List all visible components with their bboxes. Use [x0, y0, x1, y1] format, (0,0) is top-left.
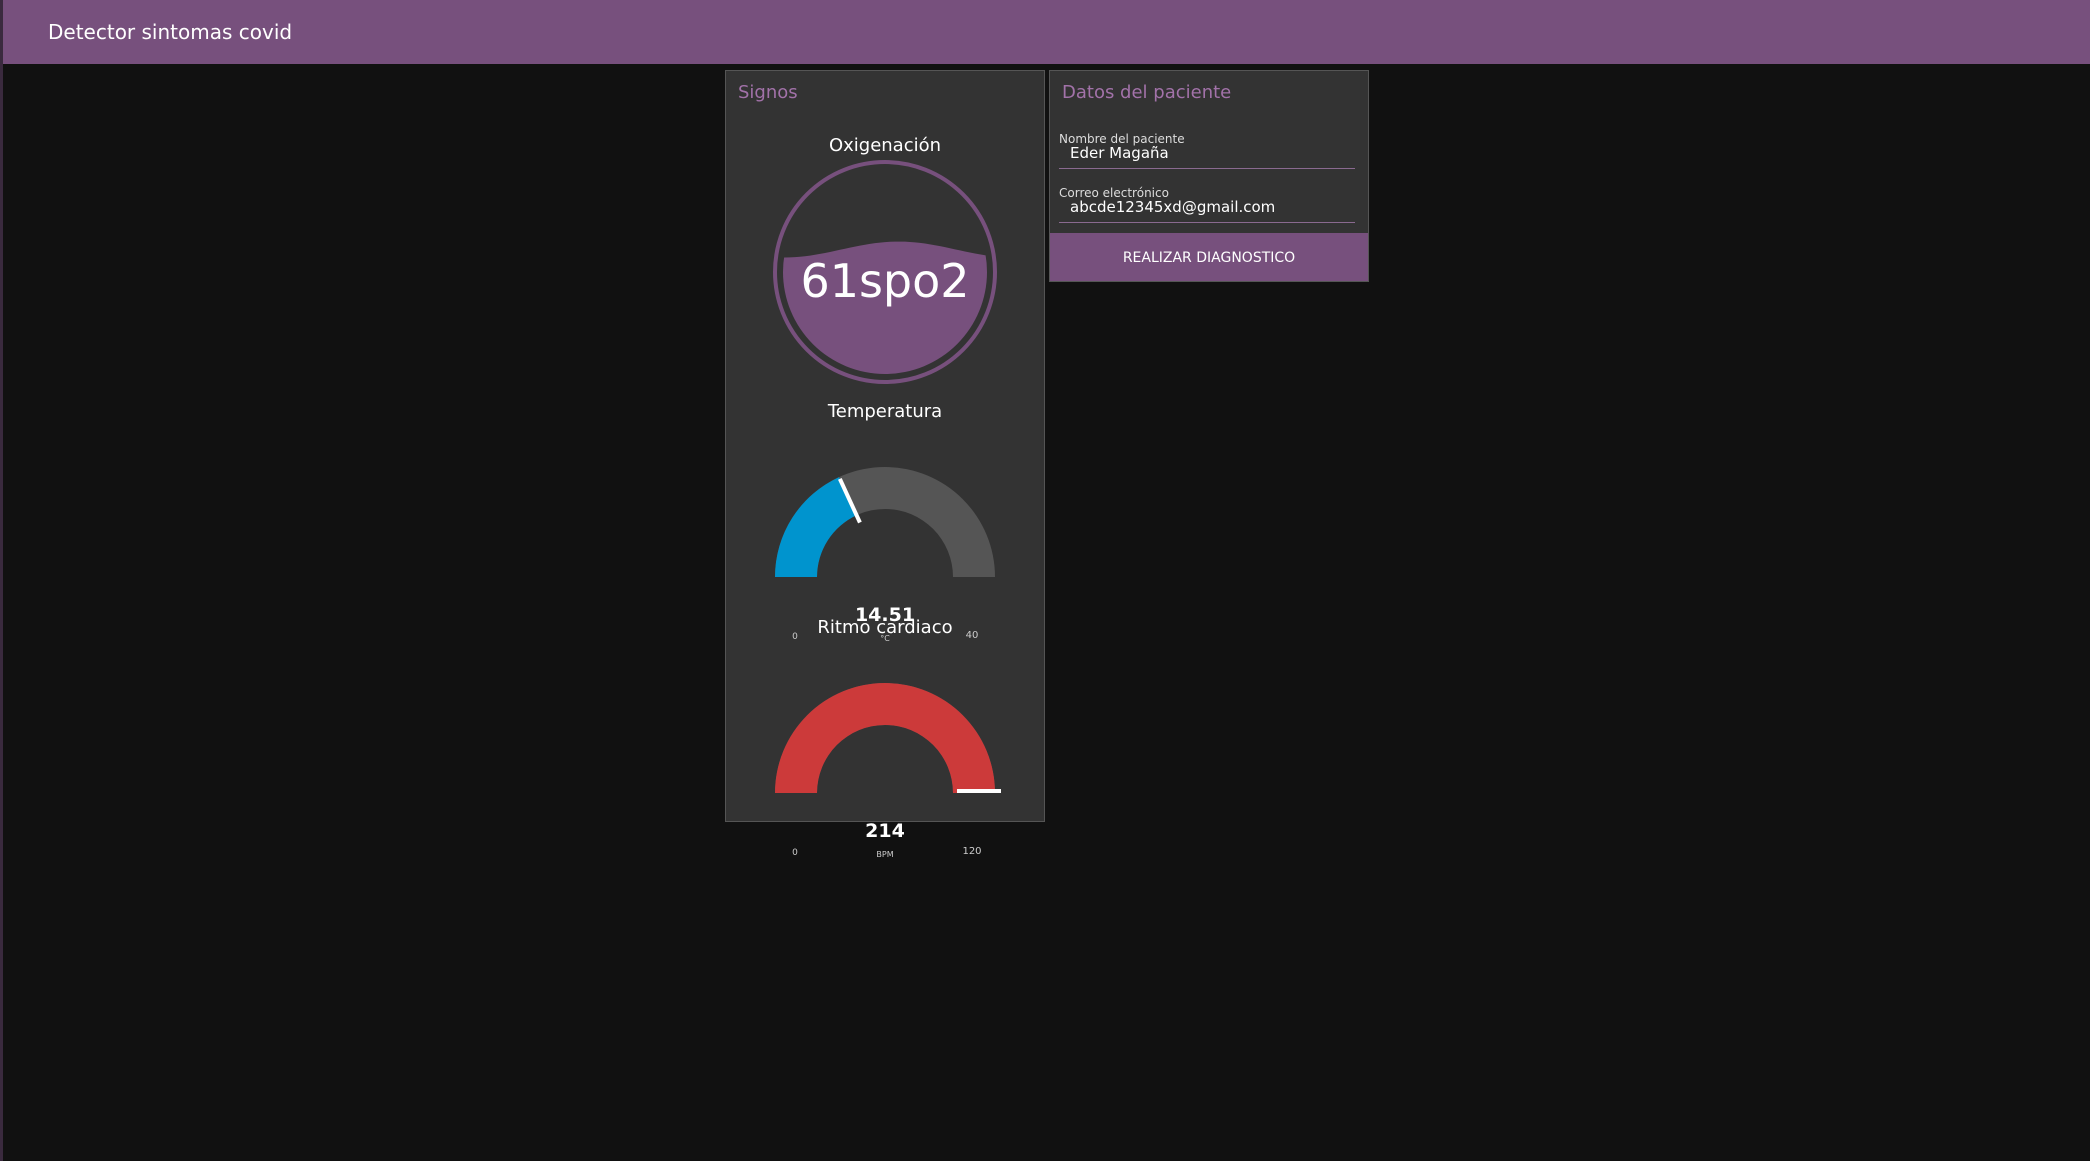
nombre-input[interactable]: Eder Magaña [1059, 145, 1355, 169]
realizar-diagnostico-button[interactable]: REALIZAR DIAGNOSTICO [1050, 233, 1368, 281]
datos-title: Datos del paciente [1062, 82, 1232, 103]
app-title: Detector sintomas covid [48, 20, 293, 44]
oxigenacion-gauge: 61spo2 [773, 160, 997, 384]
temperatura-gauge: 14.51 °C 0 40 [775, 467, 995, 643]
ritmo-gauge: 214 BPM 0 120 [775, 682, 1001, 859]
temperatura-label: Temperatura [827, 401, 943, 422]
ritmo-min: 0 [792, 848, 798, 858]
datos-card: Datos del paciente Nombre del paciente E… [1049, 70, 1369, 282]
signos-card: Signos Oxigenación 61spo2 Temperatura 14… [725, 70, 1045, 859]
oxigenacion-label: Oxigenación [828, 135, 942, 156]
window-edge [0, 0, 3, 1161]
nombre-field[interactable]: Nombre del paciente Eder Magaña [1059, 133, 1355, 169]
ritmo-value: 214 [865, 820, 905, 842]
ritmo-label: Ritmo cardiaco [817, 617, 953, 638]
signos-title: Signos [738, 82, 798, 103]
correo-field[interactable]: Correo electrónico abcde12345xd@gmail.co… [1059, 187, 1355, 223]
app-header: Detector sintomas covid [3, 0, 2090, 64]
oxigenacion-value: 61spo2 [800, 254, 969, 308]
ritmo-unit: BPM [876, 850, 893, 859]
correo-input[interactable]: abcde12345xd@gmail.com [1059, 199, 1355, 223]
ritmo-max: 120 [962, 846, 981, 857]
ritmo-fill [775, 682, 995, 793]
